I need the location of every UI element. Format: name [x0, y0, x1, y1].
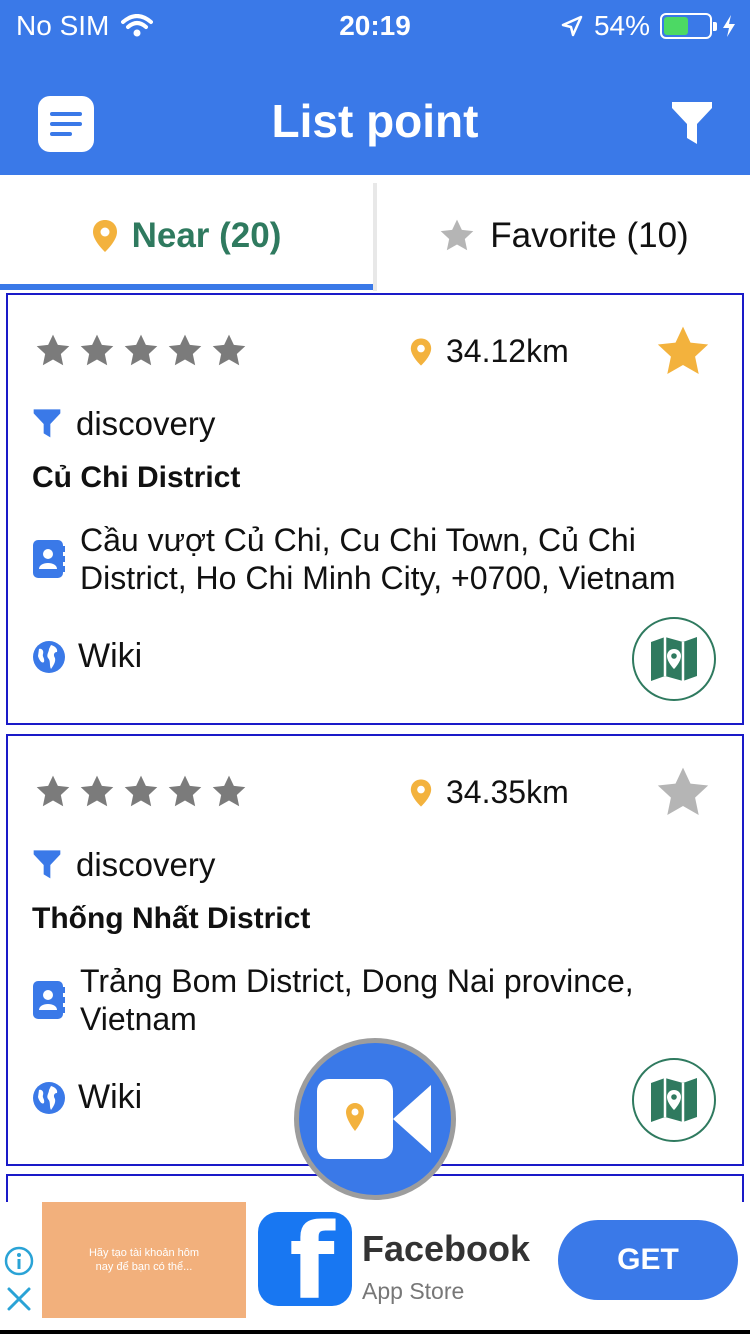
globe-icon	[33, 640, 65, 673]
map-icon	[651, 637, 697, 681]
charging-icon	[723, 15, 735, 37]
tab-near-label: Near (20)	[131, 216, 282, 255]
nav-bar: List point	[0, 70, 750, 175]
location-arrow-icon	[561, 15, 583, 37]
rating-stars[interactable]	[34, 333, 248, 369]
ad-banner[interactable]: Hãy tạo tài khoản hôm nay để bạn có thể.…	[0, 1202, 750, 1334]
pin-icon	[410, 778, 432, 807]
page-title: List point	[271, 95, 479, 147]
tab-favorite[interactable]: Favorite (10)	[377, 183, 750, 289]
rating-star-icon[interactable]	[122, 333, 160, 369]
ad-app-name[interactable]: Facebook	[362, 1228, 530, 1270]
close-icon[interactable]	[4, 1284, 34, 1314]
battery-level	[664, 17, 688, 35]
category: discovery	[32, 405, 215, 443]
info-icon[interactable]	[4, 1246, 34, 1276]
pin-icon	[410, 337, 432, 366]
favorite-star-icon[interactable]	[654, 323, 712, 381]
category-label: discovery	[76, 846, 216, 883]
filter-icon	[33, 409, 61, 438]
address-row: Trảng Bom District, Dong Nai province, V…	[32, 962, 720, 1038]
battery-icon	[660, 13, 717, 39]
favorite-star-icon[interactable]	[654, 764, 712, 822]
filter-icon	[33, 850, 61, 879]
video-camera-icon	[317, 1079, 431, 1159]
battery-percent: 54%	[593, 10, 650, 41]
wiki-link[interactable]: Wiki	[32, 637, 142, 676]
rating-star-icon[interactable]	[78, 333, 116, 369]
address: Trảng Bom District, Dong Nai province, V…	[80, 963, 634, 1037]
rating-star-icon[interactable]	[78, 774, 116, 810]
rating-star-icon[interactable]	[210, 333, 248, 369]
wiki-label: Wiki	[78, 637, 143, 675]
tab-bar: Near (20) Favorite (10)	[0, 175, 750, 291]
wiki-label: Wiki	[78, 1078, 143, 1116]
app-header: No SIM 20:19 54% List point	[0, 0, 750, 175]
video-record-button[interactable]	[294, 1038, 456, 1200]
status-bar: No SIM 20:19 54%	[0, 0, 750, 50]
rating-stars[interactable]	[34, 774, 248, 810]
point-name: Thống Nhất District	[32, 902, 311, 935]
star-icon	[441, 219, 474, 251]
facebook-app-icon[interactable]: f	[258, 1212, 352, 1306]
pin-icon	[92, 220, 117, 252]
ad-store-label: App Store	[362, 1278, 465, 1304]
globe-icon	[33, 1081, 65, 1114]
ad-get-button[interactable]: GET	[558, 1220, 738, 1300]
open-map-button[interactable]	[632, 617, 716, 701]
filter-icon[interactable]	[670, 100, 714, 148]
contact-book-icon	[33, 981, 65, 1019]
rating-star-icon[interactable]	[166, 333, 204, 369]
active-tab-indicator	[0, 284, 373, 290]
category: discovery	[32, 846, 215, 884]
point-name: Củ Chi District	[32, 461, 241, 494]
distance-value: 34.12km	[446, 333, 569, 369]
map-icon	[651, 1078, 697, 1122]
tab-near[interactable]: Near (20)	[0, 183, 373, 289]
point-card[interactable]: 34.12km discovery Củ Chi District Cầu vư…	[6, 293, 744, 725]
distance-value: 34.35km	[446, 774, 569, 810]
rating-star-icon[interactable]	[34, 774, 72, 810]
address: Cầu vượt Củ Chi, Cu Chi Town, Củ Chi Dis…	[80, 522, 676, 596]
tab-favorite-label: Favorite (10)	[490, 216, 689, 255]
address-row: Cầu vượt Củ Chi, Cu Chi Town, Củ Chi Dis…	[32, 521, 720, 597]
bottom-edge	[0, 1330, 750, 1334]
distance: 34.35km	[410, 774, 569, 811]
open-map-button[interactable]	[632, 1058, 716, 1142]
wiki-link[interactable]: Wiki	[32, 1078, 142, 1117]
category-label: discovery	[76, 405, 216, 442]
rating-star-icon[interactable]	[210, 774, 248, 810]
rating-star-icon[interactable]	[166, 774, 204, 810]
rating-star-icon[interactable]	[122, 774, 160, 810]
ad-image[interactable]: Hãy tạo tài khoản hôm nay để bạn có thể.…	[42, 1202, 246, 1318]
contact-book-icon	[33, 540, 65, 578]
distance: 34.12km	[410, 333, 569, 370]
rating-star-icon[interactable]	[34, 333, 72, 369]
